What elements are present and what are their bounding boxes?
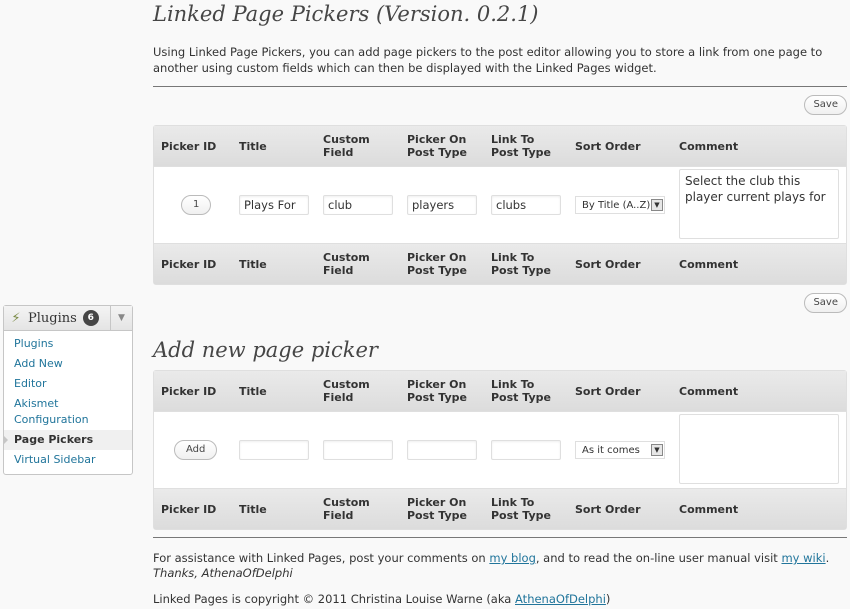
add-picker-heading: Add new page picker xyxy=(153,338,378,362)
col-link-to-post-type: Link To Post Type xyxy=(484,489,568,529)
picker-on-input[interactable] xyxy=(407,195,477,215)
col-title: Title xyxy=(232,126,316,166)
col-link-to-post-type: Link To Post Type xyxy=(484,371,568,411)
sort-order-value: By Title (A..Z) xyxy=(582,199,650,211)
new-custom-field-input[interactable] xyxy=(323,440,393,460)
title-cell xyxy=(232,166,316,244)
submenu-item-virtual-sidebar[interactable]: Virtual Sidebar xyxy=(4,450,132,470)
submenu-item-plugins[interactable]: Plugins xyxy=(4,334,132,354)
author-link[interactable]: AthenaOfDelphi xyxy=(515,592,606,606)
picker-id-cell: 1 xyxy=(154,166,232,244)
intro-text: Using Linked Page Pickers, you can add p… xyxy=(153,45,823,75)
new-comment-textarea[interactable] xyxy=(679,413,839,484)
col-custom-field: Custom Field xyxy=(316,244,400,284)
link-to-cell xyxy=(484,411,568,489)
col-title: Title xyxy=(232,489,316,529)
new-sort-order-select[interactable]: As it comes ▼ xyxy=(575,441,665,459)
dropdown-arrow-icon[interactable]: ▼ xyxy=(651,199,663,211)
new-title-input[interactable] xyxy=(239,440,309,460)
col-picker-on-post-type: Picker On Post Type xyxy=(400,126,484,166)
new-picker-table: Picker ID Title Custom Field Picker On P… xyxy=(153,370,847,530)
col-picker-id: Picker ID xyxy=(154,244,232,284)
menu-toggle-icon[interactable]: ▼ xyxy=(110,306,132,330)
table-row: Add As it comes ▼ xyxy=(154,411,846,489)
submenu-item-editor[interactable]: Editor xyxy=(4,374,132,394)
col-comment: Comment xyxy=(672,126,846,166)
comment-cell xyxy=(672,411,846,489)
col-title: Title xyxy=(232,244,316,284)
divider xyxy=(153,537,847,538)
col-sort-order: Sort Order xyxy=(568,126,672,166)
plugins-menu-title[interactable]: Plugins xyxy=(28,311,77,326)
table-row: 1 By Title (A..Z) ▼ xyxy=(154,166,846,244)
plugins-menu: ⚡ Plugins 6 ▼ Plugins Add New Editor Aki… xyxy=(3,305,133,475)
save-button-bottom[interactable]: Save xyxy=(804,293,847,313)
table-header-row: Picker ID Title Custom Field Picker On P… xyxy=(154,126,846,166)
assistance-suffix: . xyxy=(825,551,830,565)
title-input[interactable] xyxy=(239,195,309,215)
page-title: Linked Page Pickers (Version. 0.2.1) xyxy=(153,2,539,26)
dropdown-arrow-icon[interactable]: ▼ xyxy=(651,444,663,456)
picker-on-cell xyxy=(400,411,484,489)
my-blog-link[interactable]: my blog xyxy=(489,551,536,565)
submenu-item-page-pickers[interactable]: Page Pickers xyxy=(3,430,132,450)
save-button-top[interactable]: Save xyxy=(804,95,847,115)
plugins-submenu: Plugins Add New Editor Akismet Configura… xyxy=(3,331,132,474)
picker-on-cell xyxy=(400,166,484,244)
table-footer-row: Picker ID Title Custom Field Picker On P… xyxy=(154,244,846,284)
assistance-prefix: For assistance with Linked Pages, post y… xyxy=(153,551,490,565)
copyright-prefix: Linked Pages is copyright © 2011 Christi… xyxy=(153,592,516,606)
col-link-to-post-type: Link To Post Type xyxy=(484,244,568,284)
custom-field-input[interactable] xyxy=(323,195,393,215)
new-link-to-input[interactable] xyxy=(491,440,561,460)
col-picker-id: Picker ID xyxy=(154,489,232,529)
picker-id-cell: Add xyxy=(154,411,232,489)
divider xyxy=(153,86,847,87)
plugin-icon: ⚡ xyxy=(11,310,21,326)
update-count-badge: 6 xyxy=(82,310,99,326)
col-sort-order: Sort Order xyxy=(568,489,672,529)
col-sort-order: Sort Order xyxy=(568,244,672,284)
col-picker-on-post-type: Picker On Post Type xyxy=(400,371,484,411)
copyright-suffix: ) xyxy=(605,592,611,606)
new-picker-on-input[interactable] xyxy=(407,440,477,460)
col-comment: Comment xyxy=(672,244,846,284)
table-footer-row: Picker ID Title Custom Field Picker On P… xyxy=(154,489,846,529)
link-to-input[interactable] xyxy=(491,195,561,215)
submenu-item-add-new[interactable]: Add New xyxy=(4,354,132,374)
custom-field-cell xyxy=(316,411,400,489)
picker-id-button[interactable]: 1 xyxy=(181,195,212,215)
comment-cell: Select the club this player current play… xyxy=(672,166,846,244)
col-comment: Comment xyxy=(672,371,846,411)
col-custom-field: Custom Field xyxy=(316,371,400,411)
pickers-table: Picker ID Title Custom Field Picker On P… xyxy=(153,125,847,285)
sort-order-value: As it comes xyxy=(582,444,640,456)
sort-order-cell: As it comes ▼ xyxy=(568,411,672,489)
col-link-to-post-type: Link To Post Type xyxy=(484,126,568,166)
col-custom-field: Custom Field xyxy=(316,489,400,529)
plugins-menu-header[interactable]: ⚡ Plugins 6 ▼ xyxy=(4,306,132,331)
custom-field-cell xyxy=(316,166,400,244)
table-header-row: Picker ID Title Custom Field Picker On P… xyxy=(154,371,846,411)
col-picker-on-post-type: Picker On Post Type xyxy=(400,489,484,529)
col-sort-order: Sort Order xyxy=(568,371,672,411)
link-to-cell xyxy=(484,166,568,244)
thanks-text: Thanks, AthenaOfDelphi xyxy=(153,566,293,580)
sort-order-select[interactable]: By Title (A..Z) ▼ xyxy=(575,196,665,214)
col-title: Title xyxy=(232,371,316,411)
title-cell xyxy=(232,411,316,489)
add-button[interactable]: Add xyxy=(174,440,218,460)
col-custom-field: Custom Field xyxy=(316,126,400,166)
col-picker-on-post-type: Picker On Post Type xyxy=(400,244,484,284)
assistance-text: For assistance with Linked Pages, post y… xyxy=(153,551,829,581)
comment-textarea[interactable]: Select the club this player current play… xyxy=(679,168,839,239)
col-picker-id: Picker ID xyxy=(154,371,232,411)
submenu-item-akismet-configuration[interactable]: Akismet Configuration xyxy=(4,394,132,430)
assistance-middle: , and to read the on-line user manual vi… xyxy=(535,551,782,565)
col-comment: Comment xyxy=(672,489,846,529)
my-wiki-link[interactable]: my wiki xyxy=(781,551,825,565)
sort-order-cell: By Title (A..Z) ▼ xyxy=(568,166,672,244)
copyright-text: Linked Pages is copyright © 2011 Christi… xyxy=(153,592,610,607)
col-picker-id: Picker ID xyxy=(154,126,232,166)
